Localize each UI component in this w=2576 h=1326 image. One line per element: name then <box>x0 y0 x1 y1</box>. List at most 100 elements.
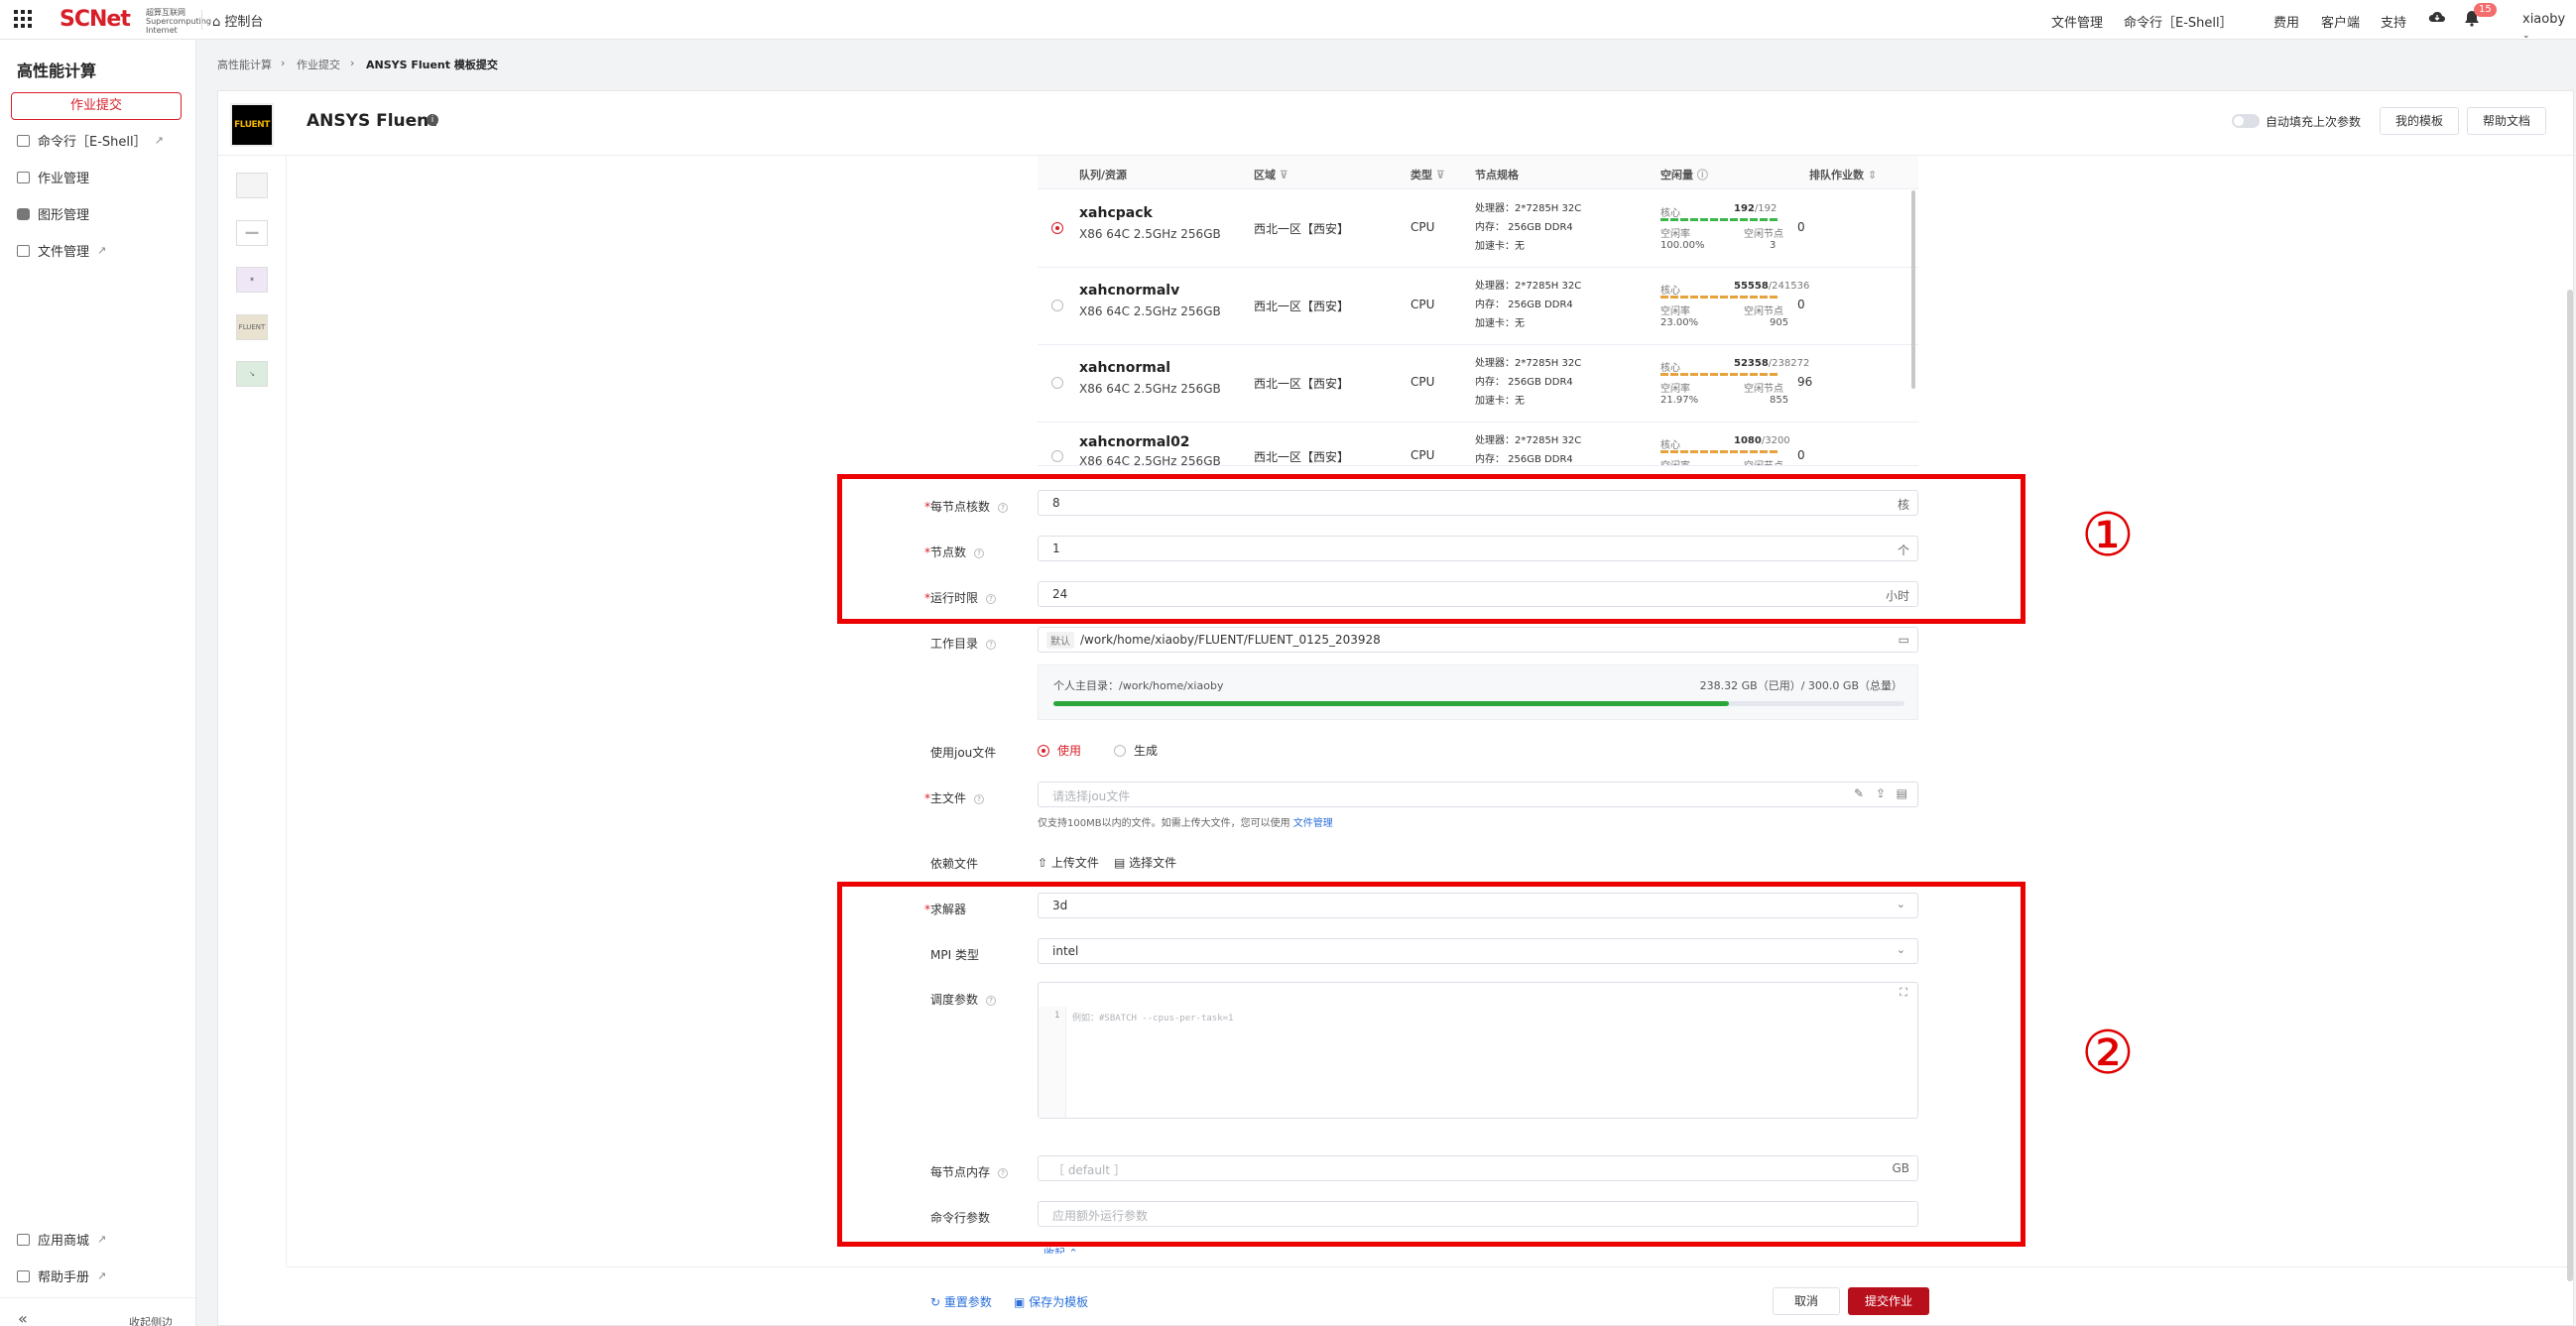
file-manager-link[interactable]: 文件管理 <box>1293 818 1333 829</box>
help-icon[interactable]: ? <box>998 503 1009 513</box>
edit-icon[interactable]: ✎ <box>1854 786 1864 800</box>
thumbnail-1[interactable] <box>236 173 268 198</box>
brand-logo[interactable]: SCNet <box>60 7 131 32</box>
workdir-input[interactable]: 默认 /work/home/xiaoby/FLUENT/FLUENT_0125_… <box>1038 627 1918 653</box>
sidebar-item-files[interactable]: 文件管理 ↗ <box>17 241 106 260</box>
my-template-button[interactable]: 我的模板 <box>2380 107 2459 135</box>
username: xiaoby <box>2522 12 2566 27</box>
queue-name: xahcnormalv <box>1079 283 1180 299</box>
cmd-label: 命令行参数 <box>930 1211 991 1225</box>
notification-badge: 15 <box>2474 3 2497 17</box>
col-header-waiting[interactable]: 排队作业数 ⇕ <box>1809 167 1877 182</box>
home-dir-usage-text: 238.32 GB（已用）/ 300.0 GB（总量） <box>1699 679 1902 692</box>
sidebar-item-job-submit[interactable]: 作业提交 <box>11 92 182 120</box>
double-chevron-left-icon[interactable]: « <box>18 1309 28 1326</box>
queue-row[interactable]: xahcnormalv X86 64C 2.5GHz 256GB 西北一区【西安】 C… <box>1038 268 1918 345</box>
save-template-button[interactable]: ▣ 保存为模板 <box>1014 1293 1088 1310</box>
info-icon[interactable]: i <box>427 114 438 126</box>
node-acc: 加速卡：无 <box>1475 318 1525 329</box>
cloud-icon[interactable] <box>2428 9 2446 29</box>
help-icon[interactable]: ? <box>986 594 997 604</box>
breadcrumb-item[interactable]: 作业提交 <box>297 57 340 72</box>
thumbnail-4[interactable]: FLUENT <box>236 314 268 340</box>
nav-eshell[interactable]: 命令行［E-Shell］ <box>2124 12 2233 31</box>
help-doc-button[interactable]: 帮助文档 <box>2467 107 2546 135</box>
waiting-jobs: 0 <box>1797 220 1805 234</box>
folder-open-icon[interactable]: ▭ <box>1899 633 1909 647</box>
help-icon[interactable]: ? <box>986 996 997 1006</box>
node-mem: 内存： 256GB DDR4 <box>1475 377 1573 388</box>
nav-client[interactable]: 客户端 <box>2321 12 2360 31</box>
reset-params-button[interactable]: ↻ 重置参数 <box>930 1293 992 1310</box>
mpi-select[interactable]: intel ⌄ <box>1038 938 1918 964</box>
cmd-input[interactable]: 应用额外运行参数 <box>1038 1201 1918 1227</box>
store-icon <box>17 1233 30 1246</box>
choose-file-button[interactable]: ▤ 选择文件 <box>1114 854 1176 871</box>
upload-file-button[interactable]: ⇧ 上传文件 <box>1038 854 1099 871</box>
page-scrollbar[interactable] <box>2567 290 2573 1281</box>
queue-spec: X86 64C 2.5GHz 256GB <box>1079 382 1221 396</box>
nav-file-manager[interactable]: 文件管理 <box>2051 12 2103 31</box>
app-grid-icon[interactable] <box>14 10 32 28</box>
walltime-input[interactable]: 24 小时 <box>1038 581 1918 607</box>
main-file-input[interactable]: 请选择jou文件 ✎ ⇪ ▤ <box>1038 782 1918 807</box>
console-link[interactable]: ⌂ 控制台 <box>212 11 263 30</box>
mem-input[interactable]: ［ default ］ GB <box>1038 1155 1918 1181</box>
help-icon[interactable]: ? <box>998 1168 1009 1178</box>
sidebar-item-graphics[interactable]: 图形管理 <box>17 204 89 223</box>
idle-rate-label: 空闲率 <box>1660 457 1690 465</box>
sidebar-item-job-manage[interactable]: 作业管理 <box>17 168 89 186</box>
unit-suffix: 核 <box>1897 498 1909 512</box>
fullscreen-icon[interactable]: ⛶ <box>1900 986 1907 1000</box>
sidebar-item-help-manual[interactable]: 帮助手册 ↗ <box>17 1266 106 1285</box>
queue-region: 西北一区【西安】 <box>1254 450 1350 464</box>
nav-billing[interactable]: 费用 <box>2273 12 2299 31</box>
thumbnail-2[interactable]: ═══ <box>236 220 268 246</box>
jou-option-use[interactable]: 使用 <box>1038 742 1081 759</box>
cores-per-node-input[interactable]: 8 核 <box>1038 490 1918 516</box>
nav-support[interactable]: 支持 <box>2381 12 2406 31</box>
queue-type: CPU <box>1411 220 1435 234</box>
collapse-advanced-link[interactable]: 收起 ⌃ <box>1043 1245 1078 1254</box>
queue-row[interactable]: xahcnormal02 X86 64C 2.5GHz 256GB 西北一区【西安】… <box>1038 422 1918 466</box>
sidebar-item-label: 应用商城 <box>38 1234 90 1249</box>
breadcrumb-item[interactable]: 高性能计算 <box>217 57 272 72</box>
queue-row[interactable]: xahcpack X86 64C 2.5GHz 256GB 西北一区【西安】 CPU 处… <box>1038 190 1918 268</box>
thumbnail-5[interactable]: ↘ <box>236 361 268 387</box>
sidebar-item-app-store[interactable]: 应用商城 ↗ <box>17 1230 106 1249</box>
radio-checked[interactable] <box>1051 222 1063 234</box>
jou-option-generate[interactable]: 生成 <box>1114 742 1158 759</box>
col-header-type[interactable]: 类型 ⊽ <box>1411 167 1445 182</box>
help-icon[interactable]: ? <box>974 548 985 558</box>
sched-editor[interactable]: ⛶ 1 例如：#SBATCH --cpus-per-task=1 <box>1038 982 1918 1119</box>
radio-unchecked[interactable] <box>1051 377 1063 389</box>
breadcrumb-current: ANSYS Fluent 模板提交 <box>366 59 498 71</box>
node-cpu: 处理器：2*7285H 32C <box>1475 435 1582 446</box>
user-menu[interactable]: xiaoby ⌄ <box>2522 12 2576 42</box>
core-used: 192 <box>1734 203 1755 214</box>
submit-job-button[interactable]: 提交作业 <box>1848 1287 1929 1315</box>
table-scrollbar[interactable] <box>1911 190 1915 389</box>
core-label: 核心 <box>1660 208 1680 219</box>
unit-suffix: 个 <box>1897 543 1909 557</box>
file-icon[interactable]: ▤ <box>1897 786 1907 800</box>
thumbnail-3[interactable]: ✶ <box>236 267 268 293</box>
workdir-label: 工作目录? <box>930 635 997 652</box>
help-icon[interactable]: ? <box>974 794 985 804</box>
col-header-region[interactable]: 区域 ⊽ <box>1254 167 1288 182</box>
queue-name: xahcpack <box>1079 205 1153 221</box>
radio-unchecked[interactable] <box>1051 450 1063 462</box>
radio-unchecked[interactable] <box>1051 300 1063 311</box>
upload-icon[interactable]: ⇪ <box>1876 786 1886 800</box>
cancel-button[interactable]: 取消 <box>1773 1287 1840 1315</box>
waiting-jobs: 0 <box>1797 298 1805 311</box>
collapse-sidebar-button[interactable]: 收起侧边 <box>129 1314 173 1326</box>
solver-select[interactable]: 3d ⌄ <box>1038 893 1918 918</box>
sidebar-item-eshell[interactable]: 命令行［E-Shell］ ↗ <box>17 131 164 150</box>
main-file-hint: 仅支持100MB以内的文件。如需上传大文件，您可以使用 文件管理 <box>1038 814 1333 829</box>
autofill-toggle[interactable] <box>2232 114 2260 128</box>
queue-row[interactable]: xahcnormal X86 64C 2.5GHz 256GB 西北一区【西安】 CP… <box>1038 345 1918 422</box>
nodes-input[interactable]: 1 个 <box>1038 536 1918 561</box>
queue-type: CPU <box>1411 375 1435 389</box>
help-icon[interactable]: ? <box>986 640 997 650</box>
